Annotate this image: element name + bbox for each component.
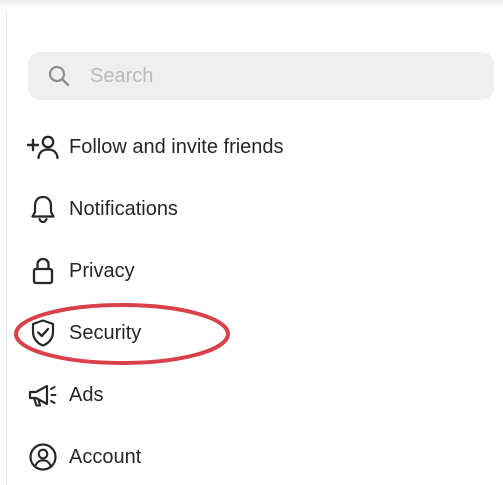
- left-divider: [6, 10, 7, 485]
- search-icon: [48, 65, 70, 87]
- bell-icon: [26, 194, 60, 224]
- search-input[interactable]: Search: [28, 52, 494, 100]
- menu-item-ads[interactable]: Ads: [26, 375, 486, 415]
- shield-check-icon: [26, 318, 60, 348]
- lock-icon: [26, 256, 60, 286]
- menu-item-label: Security: [69, 322, 142, 344]
- menu-item-label: Ads: [69, 384, 104, 406]
- megaphone-icon: [26, 380, 60, 410]
- menu-item-security[interactable]: Security: [26, 313, 486, 353]
- search-placeholder: Search: [90, 65, 154, 87]
- menu-item-privacy[interactable]: Privacy: [26, 251, 486, 291]
- menu-item-label: Privacy: [69, 260, 135, 282]
- menu-item-follow-and-invite-friends[interactable]: Follow and invite friends: [26, 127, 486, 167]
- menu-item-notifications[interactable]: Notifications: [26, 189, 486, 229]
- top-edge-shadow: [0, 0, 503, 8]
- menu-item-label: Account: [69, 446, 142, 468]
- account-circle-icon: [26, 442, 60, 472]
- add-person-icon: [26, 132, 60, 162]
- menu-item-label: Follow and invite friends: [69, 136, 284, 158]
- menu-item-account[interactable]: Account: [26, 437, 486, 477]
- menu-item-label: Notifications: [69, 198, 178, 220]
